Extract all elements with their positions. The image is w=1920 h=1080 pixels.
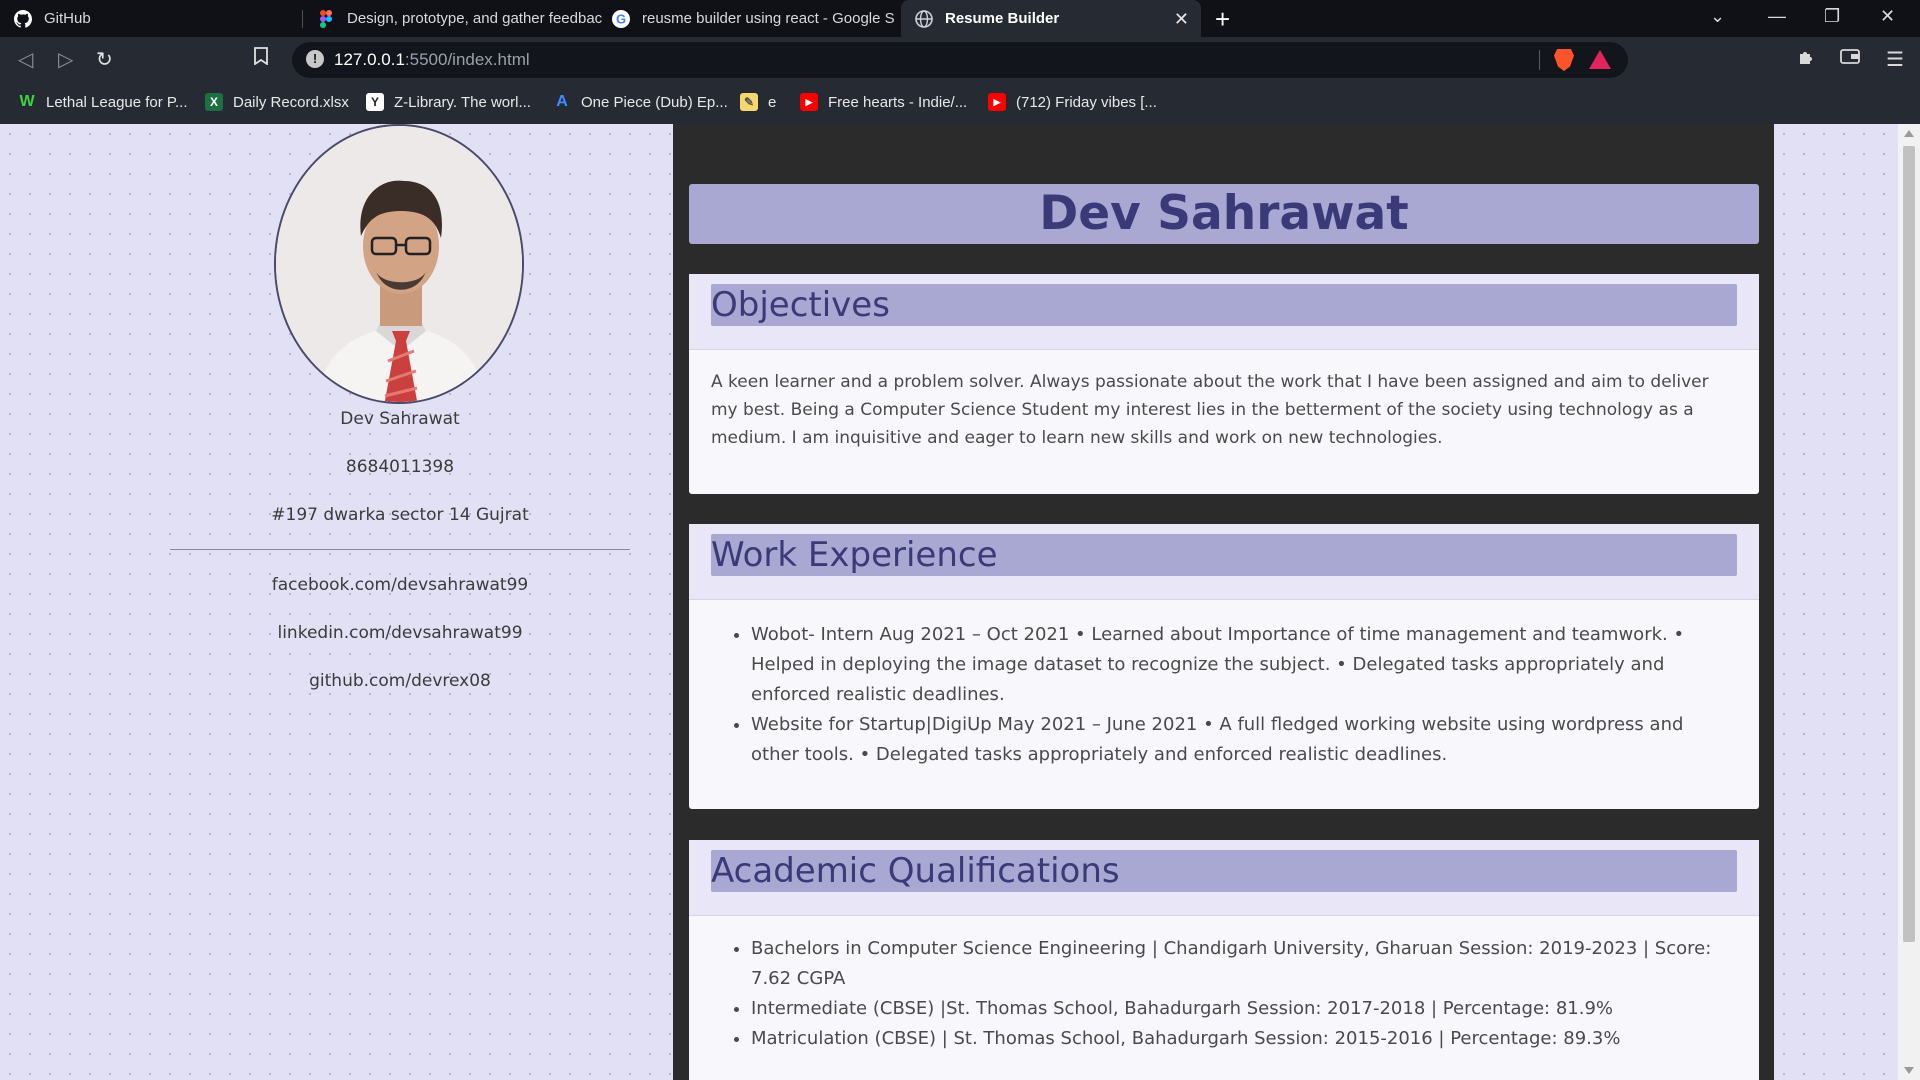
section-title: Work Experience <box>711 534 1737 576</box>
extensions-icon[interactable] <box>1797 47 1817 73</box>
youtube-icon: ▶ <box>988 93 1006 111</box>
menu-icon[interactable]: ☰ <box>1886 47 1904 72</box>
objectives-section: Objectives A keen learner and a problem … <box>689 274 1759 494</box>
page-viewport: Dev Sahrawat 8684011398 #197 dwarka sect… <box>0 124 1920 1080</box>
list-item: Wobot- Intern Aug 2021 – Oct 2021 • Lear… <box>751 620 1737 710</box>
forward-icon[interactable]: ▷ <box>58 47 73 72</box>
address-bar[interactable]: ! 127.0.0.1:5500/index.html <box>292 42 1628 78</box>
restore-button[interactable]: ❐ <box>1824 6 1840 27</box>
section-header: Work Experience <box>689 524 1759 600</box>
work-experience-section: Work Experience Wobot- Intern Aug 2021 –… <box>689 524 1759 809</box>
github-icon <box>14 9 32 28</box>
svg-text:G: G <box>616 11 626 26</box>
section-title: Objectives <box>711 284 1737 326</box>
tab-google[interactable]: G reusme builder using react - Google S <box>598 0 898 37</box>
youtube-icon: ▶ <box>800 93 818 111</box>
close-window-button[interactable]: ✕ <box>1880 6 1895 27</box>
url-divider <box>1539 50 1540 70</box>
tab-strip: GitHub Design, prototype, and gather fee… <box>0 0 1920 37</box>
zlibrary-icon: Y <box>366 93 384 111</box>
resume-name-banner: Dev Sahrawat <box>689 184 1759 244</box>
profile-sidebar: Dev Sahrawat 8684011398 #197 dwarka sect… <box>0 124 673 1080</box>
reload-icon[interactable]: ↻ <box>96 47 113 72</box>
anime-site-icon: A <box>556 93 568 110</box>
bookmark-item[interactable]: ▶ Free hearts - Indie/... <box>800 93 967 111</box>
list-item: Website for Startup|DigiUp May 2021 – Ju… <box>751 710 1737 770</box>
page-background <box>1774 124 1898 1080</box>
wallet-icon[interactable] <box>1840 47 1860 71</box>
bookmark-item[interactable]: A One Piece (Dub) Ep... <box>553 93 728 111</box>
section-header: Objectives <box>689 274 1759 350</box>
scroll-thumb[interactable] <box>1903 146 1915 942</box>
list-item: Bachelors in Computer Science Engineerin… <box>751 934 1737 994</box>
bookmark-item[interactable]: Y Z-Library. The worl... <box>366 93 531 111</box>
list-item: Intermediate (CBSE) |St. Thomas School, … <box>751 994 1737 1024</box>
tab-title: Resume Builder <box>945 10 1060 27</box>
academic-list: Bachelors in Computer Science Engineerin… <box>751 934 1737 1054</box>
section-header: Academic Qualifications <box>689 840 1759 916</box>
scroll-up-arrow-icon[interactable] <box>1904 130 1914 137</box>
brave-shields-icon[interactable] <box>1554 49 1574 71</box>
globe-icon <box>915 9 933 28</box>
section-title: Academic Qualifications <box>711 850 1737 892</box>
profile-photo <box>274 124 524 404</box>
toolbar: ◁ ▷ ↻ ! 127.0.0.1:5500/index.html ☰ <box>0 37 1920 83</box>
tab-title: Design, prototype, and gather feedbac <box>347 10 603 27</box>
tab-search-chevron-icon[interactable]: ⌄ <box>1710 6 1725 27</box>
bookmark-item[interactable]: X Daily Record.xlsx <box>205 93 349 111</box>
google-icon: G <box>612 9 630 28</box>
tab-title: reusme builder using react - Google S <box>642 10 895 27</box>
bookmarks-bar: W Lethal League for P... X Daily Record.… <box>0 83 1920 124</box>
site-info-icon[interactable]: ! <box>306 50 324 68</box>
bookmark-icon[interactable] <box>254 47 268 71</box>
work-list: Wobot- Intern Aug 2021 – Oct 2021 • Lear… <box>751 620 1737 770</box>
notepad-icon: ✎ <box>740 93 758 111</box>
back-icon[interactable]: ◁ <box>18 47 33 72</box>
vertical-scrollbar[interactable] <box>1898 124 1920 1080</box>
new-tab-button[interactable]: + <box>1215 4 1230 35</box>
tab-figma[interactable]: Design, prototype, and gather feedbac <box>303 0 603 37</box>
scroll-down-arrow-icon[interactable] <box>1904 1067 1914 1074</box>
objectives-text: A keen learner and a problem solver. Alw… <box>711 372 1709 448</box>
bookmark-item[interactable]: ▶ (712) Friday vibes [... <box>988 93 1157 111</box>
brave-rewards-icon[interactable] <box>1589 50 1611 69</box>
bookmark-item[interactable]: W Lethal League for P... <box>18 93 187 111</box>
browser-chrome: GitHub Design, prototype, and gather fee… <box>0 0 1920 124</box>
list-item: Matriculation (CBSE) | St. Thomas School… <box>751 1024 1737 1054</box>
resume-name: Dev Sahrawat <box>1039 186 1409 241</box>
divider <box>170 549 630 550</box>
minimize-button[interactable]: — <box>1768 6 1786 27</box>
resume-main: Dev Sahrawat Objectives A keen learner a… <box>673 124 1774 1080</box>
tab-title: GitHub <box>44 10 91 27</box>
figma-icon <box>317 9 335 28</box>
lethal-league-icon: W <box>19 93 35 110</box>
tab-github[interactable]: GitHub <box>0 0 300 37</box>
academic-section: Academic Qualifications Bachelors in Com… <box>689 840 1759 1080</box>
bookmark-item[interactable]: ✎ e <box>740 93 776 111</box>
excel-icon: X <box>205 93 223 111</box>
close-tab-icon[interactable]: ✕ <box>1174 9 1189 30</box>
url-text[interactable]: 127.0.0.1:5500/index.html <box>334 50 530 70</box>
tab-resume-builder[interactable]: Resume Builder ✕ <box>901 0 1201 37</box>
